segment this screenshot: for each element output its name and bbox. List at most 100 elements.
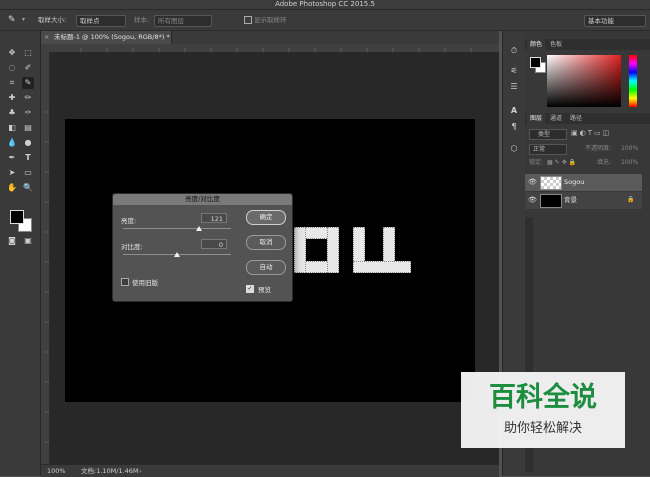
visibility-eye-icon[interactable]: 👁 xyxy=(528,196,537,204)
tab-channels[interactable]: 通道 xyxy=(547,113,565,124)
tab-color[interactable]: 颜色 xyxy=(527,39,546,50)
brightness-label: 亮度: xyxy=(121,217,137,225)
blur-tool-icon[interactable]: 💧 xyxy=(6,137,18,149)
layer-filter-icons[interactable]: ▣◐T▭◫ xyxy=(571,129,611,138)
opacity-label: 不透明度: xyxy=(585,145,612,152)
tab-layers[interactable]: 图层 xyxy=(527,113,546,124)
contrast-label: 对比度: xyxy=(121,243,143,251)
tab-swatches[interactable]: 色板 xyxy=(547,39,565,50)
status-bar: 100% 文档:1.10M/1.46M › xyxy=(41,464,499,477)
layer-row-sogou[interactable]: 👁 Sogou xyxy=(525,174,642,191)
brightness-input[interactable]: 121 xyxy=(201,213,227,223)
layer-filter-select[interactable]: 类型 xyxy=(529,129,567,140)
blend-mode-select[interactable]: 正常 xyxy=(529,144,567,155)
tab-paths[interactable]: 路径 xyxy=(567,113,585,124)
lasso-tool-icon[interactable]: ◌ xyxy=(6,62,18,74)
eyedropper-tool-icon[interactable]: ✎ xyxy=(22,77,34,89)
crop-tool-icon[interactable]: ⌗ xyxy=(6,77,18,89)
sample-select[interactable]: 所有图层 xyxy=(154,15,212,27)
pen-tool-icon[interactable]: ✒ xyxy=(6,152,18,164)
brush-tool-icon[interactable]: ✏ xyxy=(22,92,34,104)
eraser-tool-icon[interactable]: ◧ xyxy=(6,122,18,134)
contrast-value: 0 xyxy=(218,241,223,249)
cancel-button[interactable]: 取消 xyxy=(246,235,286,250)
visibility-eye-icon[interactable]: 👁 xyxy=(528,178,537,186)
layer-row-background[interactable]: 👁 背景 🔒 xyxy=(525,192,642,209)
quick-select-tool-icon[interactable]: ✐ xyxy=(22,62,34,74)
color-field[interactable] xyxy=(547,55,621,107)
lock-icons[interactable]: ▦✎✥🔒 xyxy=(547,158,578,167)
eyedropper-icon[interactable]: ✎ xyxy=(8,14,22,26)
vertical-ruler xyxy=(41,52,50,464)
close-tab-icon[interactable]: × xyxy=(44,31,49,44)
horizontal-ruler-ticks xyxy=(80,48,472,52)
layer-filter-kind: 类型 xyxy=(538,131,551,138)
workspace-value: 基本功能 xyxy=(588,17,614,25)
3d-panel-icon[interactable]: ⬡ xyxy=(508,143,520,155)
hand-tool-icon[interactable]: ✋ xyxy=(6,182,18,194)
character-panel-icon[interactable]: A xyxy=(508,105,520,117)
quick-mask-icon[interactable]: ◙ xyxy=(6,235,18,247)
contrast-slider-thumb[interactable] xyxy=(174,252,180,257)
sample-label: 样本: xyxy=(134,16,150,24)
properties-panel-icon[interactable]: ☰ xyxy=(508,81,520,93)
gradient-tool-icon[interactable]: ▤ xyxy=(22,122,34,134)
tools-panel: ✥ ⬚ ◌ ✐ ⌗ ✎ ✚ ✏ ♣ ✑ ◧ ▤ 💧 ● ✒ T ➤ ▭ ✋ 🔍 … xyxy=(0,31,41,476)
blend-mode-value: 正常 xyxy=(533,146,546,153)
use-legacy-checkbox[interactable] xyxy=(121,278,129,286)
sample-size-value: 取样点 xyxy=(80,17,100,25)
history-brush-tool-icon[interactable]: ✑ xyxy=(22,107,34,119)
dodge-tool-icon[interactable]: ● xyxy=(22,137,34,149)
fill-value[interactable]: 100% xyxy=(621,158,638,167)
path-select-tool-icon[interactable]: ➤ xyxy=(6,167,18,179)
fill-label: 填充: xyxy=(597,159,612,166)
opacity-value[interactable]: 100% xyxy=(621,144,638,153)
zoom-level[interactable]: 100% xyxy=(47,465,66,477)
show-ring-checkbox[interactable] xyxy=(244,16,252,24)
layers-panel-tabs: 图层 通道 路径 xyxy=(525,113,650,124)
sample-size-label: 取样大小: xyxy=(38,16,67,24)
screen-mode-icon[interactable]: ▣ xyxy=(22,235,34,247)
color-panel-foreground-front[interactable] xyxy=(530,57,541,68)
lock-label: 锁定: xyxy=(529,159,544,166)
canvas-text-u xyxy=(353,227,411,273)
document-info: 文档:1.10M/1.46M xyxy=(81,467,139,475)
layer-thumbnail xyxy=(540,194,562,208)
doc-info-arrow-icon[interactable]: › xyxy=(139,465,142,477)
rectangle-tool-icon[interactable]: ▭ xyxy=(22,167,34,179)
adjustments-panel-icon[interactable]: ⚟ xyxy=(508,65,520,77)
use-legacy-label: 使用旧版 xyxy=(132,279,158,287)
auto-button[interactable]: 自动 xyxy=(246,260,286,275)
hue-slider[interactable] xyxy=(629,55,637,107)
healing-brush-tool-icon[interactable]: ✚ xyxy=(6,92,18,104)
vertical-ruler-ticks xyxy=(45,111,49,443)
move-tool-icon[interactable]: ✥ xyxy=(6,47,18,59)
layer-name: 背景 xyxy=(564,196,577,204)
options-bar: ✎ ▾ 取样大小: 取样点 样本: 所有图层 显示取样环 基本功能 xyxy=(0,10,650,31)
brightness-contrast-dialog: 亮度/对比度 亮度: 121 对比度: 0 使用旧版 确定 取消 自动 ✓ 预览 xyxy=(112,193,293,302)
canvas-text-o xyxy=(294,227,339,273)
paragraph-panel-icon[interactable]: ¶ xyxy=(508,121,520,133)
contrast-input[interactable]: 0 xyxy=(201,239,227,249)
brightness-slider-thumb[interactable] xyxy=(195,226,202,231)
document-tab[interactable]: × 未标题-1 @ 100% (Sogou, RGB/8*) * xyxy=(41,31,172,44)
watermark: 百科全说 助你轻松解决 xyxy=(461,372,625,448)
history-panel-icon[interactable]: ⏱ xyxy=(508,45,520,57)
app-title: Adobe Photoshop CC 2015.5 xyxy=(275,0,375,8)
workspace-select[interactable]: 基本功能 xyxy=(584,15,646,27)
layer-name: Sogou xyxy=(564,178,585,186)
preview-label: 预览 xyxy=(258,286,271,294)
tool-preset-chevron-icon[interactable]: ▾ xyxy=(22,14,25,26)
title-bar: Adobe Photoshop CC 2015.5 xyxy=(0,0,650,10)
sample-size-select[interactable]: 取样点 xyxy=(76,15,126,27)
zoom-tool-icon[interactable]: 🔍 xyxy=(22,182,34,194)
color-panel-tabs: 颜色 色板 xyxy=(525,39,650,50)
type-tool-icon[interactable]: T xyxy=(22,152,34,164)
clone-stamp-tool-icon[interactable]: ♣ xyxy=(6,107,18,119)
foreground-color-swatch-front[interactable] xyxy=(10,210,24,224)
ok-button[interactable]: 确定 xyxy=(246,210,286,225)
marquee-tool-icon[interactable]: ⬚ xyxy=(22,47,34,59)
preview-checkbox[interactable]: ✓ xyxy=(246,285,254,293)
brightness-slider-track[interactable] xyxy=(123,228,231,229)
document-tab-label: 未标题-1 @ 100% (Sogou, RGB/8*) * xyxy=(54,33,170,41)
